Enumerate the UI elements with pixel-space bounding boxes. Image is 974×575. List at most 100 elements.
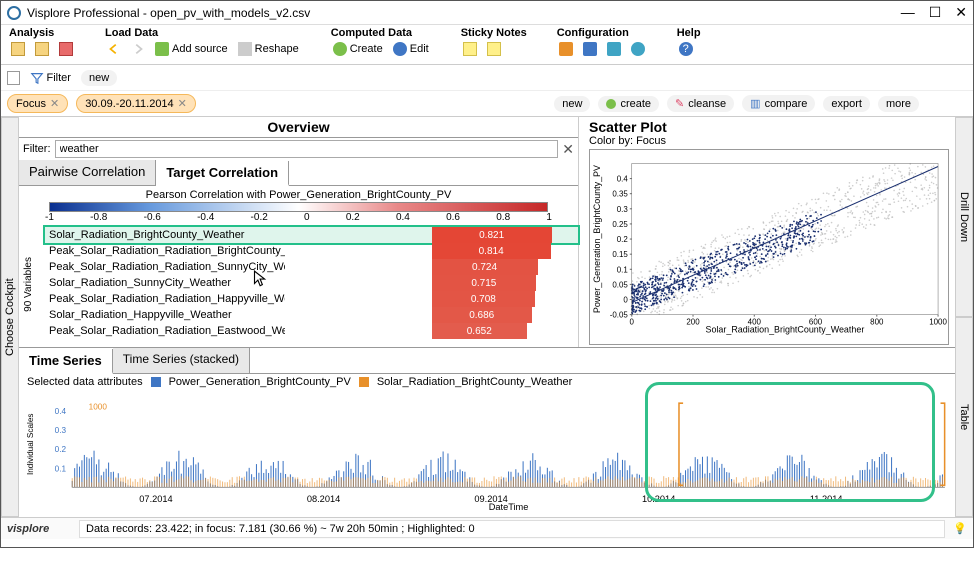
panel-toggle-icon[interactable] <box>7 71 20 85</box>
menu-sticky[interactable]: Sticky Notes <box>461 27 527 39</box>
reshape-button[interactable]: Reshape <box>236 41 301 57</box>
corr-row-label: Peak_Solar_Radiation_Radiation_Happyvill… <box>45 293 285 305</box>
corr-row-label: Solar_Radiation_BrightCounty_Weather <box>45 229 285 241</box>
tab-timeseries[interactable]: Time Series <box>19 349 113 374</box>
tab-pairwise[interactable]: Pairwise Correlation <box>19 160 156 185</box>
titlebar: Visplore Professional - open_pv_with_mod… <box>1 1 973 25</box>
hint-icon[interactable]: 💡 <box>953 522 967 535</box>
corr-row[interactable]: Solar_Radiation_Happyville_Weather0.686 <box>45 307 578 323</box>
corr-row[interactable]: Solar_Radiation_BrightCounty_Weather 0.82… <box>45 227 578 243</box>
menubar: Analysis Load Data Add source Reshape Co… <box>1 25 973 65</box>
config-icon-1[interactable] <box>557 41 575 57</box>
redo-icon[interactable] <box>129 41 147 57</box>
analysis-save-icon[interactable] <box>57 41 75 57</box>
sidetab-table[interactable]: Table <box>955 317 973 517</box>
svg-text:DateTime: DateTime <box>489 502 529 512</box>
timeseries-panel: Time Series Time Series (stacked) Select… <box>19 347 955 517</box>
svg-text:-0.05: -0.05 <box>610 311 629 320</box>
corr-row[interactable]: Solar_Radiation_SunnyCity_Weather0.715 <box>45 275 578 291</box>
corr-row-value: 0.715 <box>432 275 537 291</box>
corr-row-value: 0.821 <box>432 227 552 243</box>
undo-icon[interactable] <box>105 41 123 57</box>
corr-row[interactable]: Peak_Solar_Radiation_Radiation_SunnyCity… <box>45 259 578 275</box>
action-create[interactable]: create <box>598 96 659 112</box>
svg-text:0.2: 0.2 <box>55 445 67 454</box>
status-text: Data records: 23.422; in focus: 7.181 (3… <box>79 520 945 538</box>
filter-label: Filter: <box>23 143 51 155</box>
action-new[interactable]: new <box>554 96 590 112</box>
filter-input[interactable] <box>55 140 559 158</box>
action-more[interactable]: more <box>878 96 919 112</box>
filterbar-2: Focus✕ 30.09.-20.11.2014✕ new create ✎ c… <box>1 91 973 117</box>
sticky-new-icon[interactable] <box>461 41 479 57</box>
svg-text:200: 200 <box>686 318 700 327</box>
svg-text:1000: 1000 <box>929 318 947 327</box>
add-source-button[interactable]: Add source <box>153 41 230 57</box>
menu-analysis[interactable]: Analysis <box>9 27 75 39</box>
filterbar: Filter new <box>1 65 973 91</box>
brand-logo: visplore <box>7 523 71 535</box>
sidetab-choose-cockpit[interactable]: Choose Cockpit <box>1 117 19 517</box>
menu-config[interactable]: Configuration <box>557 27 647 39</box>
corr-row[interactable]: Peak_Solar_Radiation_Radiation_BrightCou… <box>45 243 578 259</box>
config-icon-4[interactable] <box>629 41 647 57</box>
close-button[interactable]: ✕ <box>955 4 967 21</box>
overview-title: Overview <box>19 117 578 138</box>
menu-loaddata[interactable]: Load Data <box>105 27 301 39</box>
computed-create-button[interactable]: Create <box>331 41 385 57</box>
scatter-plot[interactable]: -0.0500.050.10.150.20.250.30.350.4020040… <box>589 149 949 345</box>
window-title: Visplore Professional - open_pv_with_mod… <box>27 6 901 20</box>
computed-edit-button[interactable]: Edit <box>391 41 431 57</box>
tab-target[interactable]: Target Correlation <box>156 161 289 186</box>
corr-row[interactable]: Peak_Solar_Radiation_Radiation_Happyvill… <box>45 291 578 307</box>
config-icon-3[interactable] <box>605 41 623 57</box>
svg-text:800: 800 <box>870 318 884 327</box>
scatter-panel: Scatter Plot Color by: Focus -0.0500.050… <box>579 117 955 347</box>
svg-text:0: 0 <box>630 318 635 327</box>
help-icon[interactable]: ? <box>677 41 695 57</box>
scatter-colorby: Color by: Focus <box>589 135 949 147</box>
series2-name: Solar_Radiation_BrightCounty_Weather <box>377 376 572 388</box>
corr-row[interactable]: Peak_Solar_Radiation_Radiation_Eastwood_… <box>45 323 578 339</box>
menu-computed[interactable]: Computed Data <box>331 27 431 39</box>
daterange-chip[interactable]: 30.09.-20.11.2014✕ <box>76 94 196 113</box>
timeseries-plot[interactable]: 0.10.20.30.41000Individual Scales07.2014… <box>25 392 949 515</box>
minimize-button[interactable]: — <box>901 4 915 21</box>
corr-row-label: Peak_Solar_Radiation_Radiation_BrightCou… <box>45 245 285 257</box>
svg-text:10.2014: 10.2014 <box>642 494 675 504</box>
focus-chip[interactable]: Focus✕ <box>7 94 68 113</box>
svg-text:0.2: 0.2 <box>617 235 629 244</box>
svg-text:Individual Scales: Individual Scales <box>26 413 35 475</box>
maximize-button[interactable]: ☐ <box>929 4 942 21</box>
daterange-clear-icon[interactable]: ✕ <box>178 97 187 110</box>
action-cleanse[interactable]: ✎ cleanse <box>667 95 734 112</box>
sidetab-drilldown[interactable]: Drill Down <box>955 117 973 317</box>
vars-axis-label: 90 Variables <box>23 257 34 312</box>
focus-clear-icon[interactable]: ✕ <box>50 97 59 110</box>
filter-button[interactable]: Filter <box>28 70 73 86</box>
svg-text:0.1: 0.1 <box>55 464 67 473</box>
svg-text:11.2014: 11.2014 <box>810 494 843 504</box>
tab-timeseries-stacked[interactable]: Time Series (stacked) <box>113 348 250 373</box>
svg-text:Power_Generation_BrightCounty_: Power_Generation_BrightCounty_PV <box>592 165 602 313</box>
filter-new-pill[interactable]: new <box>81 70 117 86</box>
menu-help[interactable]: Help <box>677 27 701 39</box>
svg-text:0: 0 <box>623 295 628 304</box>
overview-panel: Overview Filter: ✕ Pairwise Correlation … <box>19 117 579 347</box>
scatter-title: Scatter Plot <box>589 119 949 135</box>
analysis-open-icon[interactable] <box>33 41 51 57</box>
svg-text:0.25: 0.25 <box>612 220 628 229</box>
action-export[interactable]: export <box>823 96 870 112</box>
series1-swatch <box>151 377 161 387</box>
ts-legend-label: Selected data attributes <box>27 376 143 388</box>
config-icon-2[interactable] <box>581 41 599 57</box>
svg-text:0.4: 0.4 <box>617 175 629 184</box>
svg-text:07.2014: 07.2014 <box>139 494 172 504</box>
analysis-new-icon[interactable] <box>9 41 27 57</box>
statusbar: visplore Data records: 23.422; in focus:… <box>1 517 973 539</box>
sticky-list-icon[interactable] <box>485 41 503 57</box>
action-compare[interactable]: ▥ compare <box>742 95 815 112</box>
series2-swatch <box>359 377 369 387</box>
filter-clear-icon[interactable]: ✕ <box>562 141 574 158</box>
svg-text:0.05: 0.05 <box>612 280 628 289</box>
